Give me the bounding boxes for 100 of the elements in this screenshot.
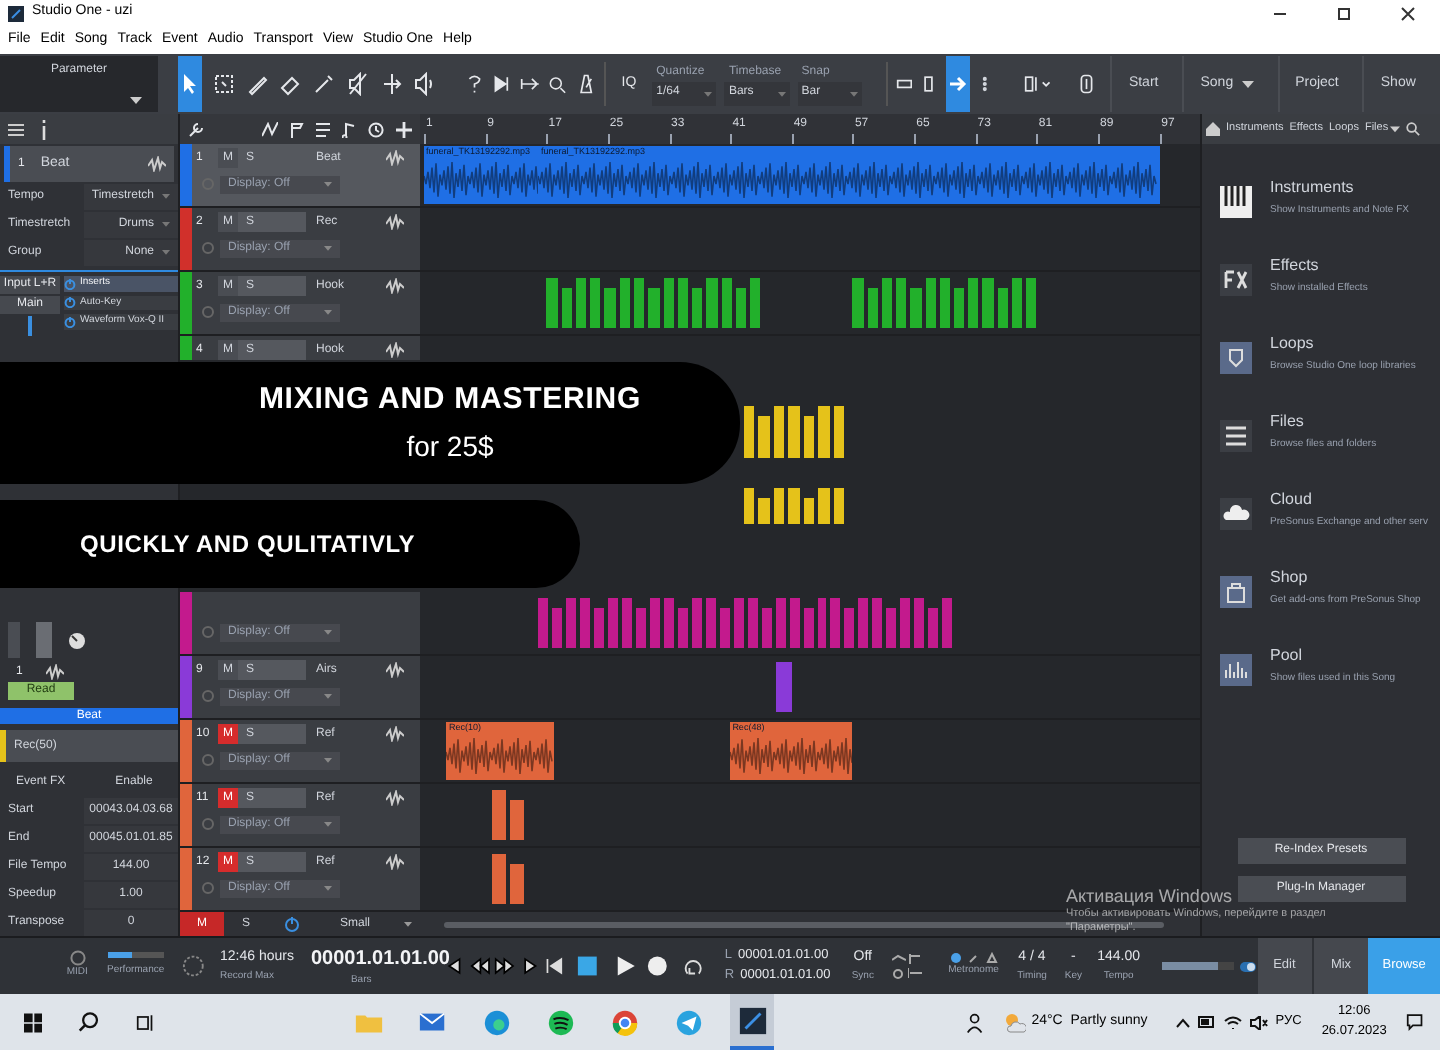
- skip-to-start-icon[interactable]: [543, 954, 565, 978]
- person-icon[interactable]: [966, 1011, 984, 1033]
- chopped-audio-clips[interactable]: [852, 278, 1037, 328]
- info-icon[interactable]: [40, 119, 48, 139]
- caret-icon: [324, 692, 332, 700]
- play-icon[interactable]: [613, 954, 636, 978]
- caret-icon: [324, 884, 332, 892]
- cloud-icon[interactable]: [1218, 496, 1254, 532]
- fast-forward-icon[interactable]: [494, 954, 516, 978]
- browser-item-title[interactable]: Loops: [1270, 332, 1416, 356]
- follow-button[interactable]: [945, 56, 970, 112]
- caret-icon: [324, 628, 332, 636]
- waveform-icon[interactable]: [1218, 652, 1254, 688]
- dots-icon[interactable]: [977, 72, 992, 96]
- search-icon[interactable]: [548, 73, 568, 95]
- clock-icon[interactable]: [368, 121, 384, 137]
- tool-button[interactable]: [177, 56, 203, 112]
- brush-icon: [312, 72, 337, 96]
- caret-icon: [162, 248, 170, 256]
- windows-start-icon[interactable]: [24, 1011, 43, 1033]
- caret-icon: [404, 920, 412, 928]
- caret-icon: [704, 89, 713, 97]
- knob-icon[interactable]: [68, 631, 86, 649]
- speaker-icon[interactable]: [1249, 1015, 1268, 1029]
- waveform-icon: [386, 342, 404, 358]
- browser-item-title[interactable]: Pool: [1270, 644, 1396, 668]
- split-icon: [379, 72, 404, 96]
- chopped-audio-clips[interactable]: [492, 854, 524, 904]
- bag-icon[interactable]: [1218, 574, 1254, 610]
- task-view-icon[interactable]: [135, 1011, 155, 1033]
- caret-icon: [162, 220, 170, 228]
- weather-icon: [1003, 1011, 1026, 1033]
- maximize-icon[interactable]: [1336, 5, 1352, 21]
- battery-icon[interactable]: [1197, 1016, 1216, 1028]
- caret-icon: [324, 820, 332, 828]
- browser-item-title[interactable]: Cloud: [1270, 488, 1428, 512]
- toggle-icon[interactable]: [1239, 961, 1256, 971]
- loop-icon[interactable]: [680, 954, 707, 978]
- note-icon[interactable]: [342, 121, 356, 137]
- promo-headline: MIXING AND MASTERING: [258, 379, 642, 420]
- browser-item-title[interactable]: Effects: [1270, 254, 1368, 278]
- automation-icon[interactable]: [262, 121, 278, 137]
- meter-icon: [8, 622, 20, 658]
- browser-item-title[interactable]: Shop: [1270, 566, 1421, 590]
- power-icon: [64, 277, 76, 290]
- pencil-icon: [245, 72, 270, 96]
- taskbar-app[interactable]: [730, 994, 775, 1050]
- gear-icon[interactable]: [891, 967, 904, 979]
- mixer-icon[interactable]: [1077, 72, 1095, 96]
- loop-end-icon[interactable]: [920, 72, 938, 96]
- notifications-icon[interactable]: [1406, 1012, 1424, 1032]
- list-icon[interactable]: [316, 121, 330, 137]
- menu-icon[interactable]: [8, 121, 24, 137]
- chopped-audio-clips[interactable]: [492, 790, 524, 840]
- flag-icon[interactable]: [290, 121, 304, 137]
- waveform-icon: [386, 214, 404, 230]
- waveform-icon: [386, 854, 404, 870]
- forward-icon[interactable]: [519, 954, 540, 978]
- record-icon[interactable]: [645, 954, 669, 978]
- caret-icon: [777, 89, 786, 97]
- search-icon[interactable]: [1406, 122, 1421, 136]
- promo-price: for 25$: [406, 428, 494, 467]
- home-icon[interactable]: [1206, 122, 1220, 136]
- master-volume-slider[interactable]: [1161, 962, 1234, 970]
- help-icon[interactable]: [466, 72, 484, 96]
- activation-title: Активация Windows: [1066, 886, 1232, 908]
- close-icon[interactable]: [1400, 5, 1416, 21]
- power-icon: [64, 315, 76, 328]
- chopped-audio-clips[interactable]: [744, 406, 844, 458]
- waveform-icon: [386, 278, 404, 294]
- forward-icon[interactable]: [491, 72, 513, 96]
- snap-grid-icon[interactable]: [1023, 72, 1054, 96]
- rewind-icon[interactable]: [469, 954, 491, 978]
- wifi-icon[interactable]: [1223, 1015, 1242, 1029]
- power-icon[interactable]: [284, 916, 300, 932]
- search-icon[interactable]: [78, 1010, 100, 1034]
- caret-icon: [129, 94, 142, 106]
- chopped-audio-clips[interactable]: [744, 488, 844, 524]
- fx-icon[interactable]: [1218, 262, 1254, 298]
- arrow-right-icon: [947, 74, 968, 94]
- chopped-audio-clips[interactable]: [538, 598, 953, 648]
- caret-icon: [1241, 78, 1254, 90]
- caret-icon: [850, 89, 859, 97]
- caret-icon: [162, 192, 170, 200]
- keyboard-icon[interactable]: [1218, 184, 1254, 220]
- waveform-icon: [386, 790, 404, 806]
- eraser-icon: [278, 72, 303, 96]
- list-icon[interactable]: [1218, 418, 1254, 454]
- add-icon[interactable]: [396, 121, 412, 137]
- waveform-icon: [386, 726, 404, 742]
- chopped-audio-clips[interactable]: [776, 662, 792, 712]
- power-icon: [64, 296, 76, 309]
- waveform-icon: [386, 662, 404, 678]
- chevron-up-icon[interactable]: [1175, 1017, 1190, 1027]
- browser-item-title[interactable]: Instruments: [1270, 176, 1409, 200]
- loop-icon[interactable]: [1218, 340, 1254, 376]
- browser-item-title[interactable]: Files: [1270, 410, 1377, 434]
- chopped-audio-clips[interactable]: [546, 278, 761, 328]
- speaker-icon: [412, 72, 437, 96]
- stop-icon[interactable]: [576, 954, 600, 978]
